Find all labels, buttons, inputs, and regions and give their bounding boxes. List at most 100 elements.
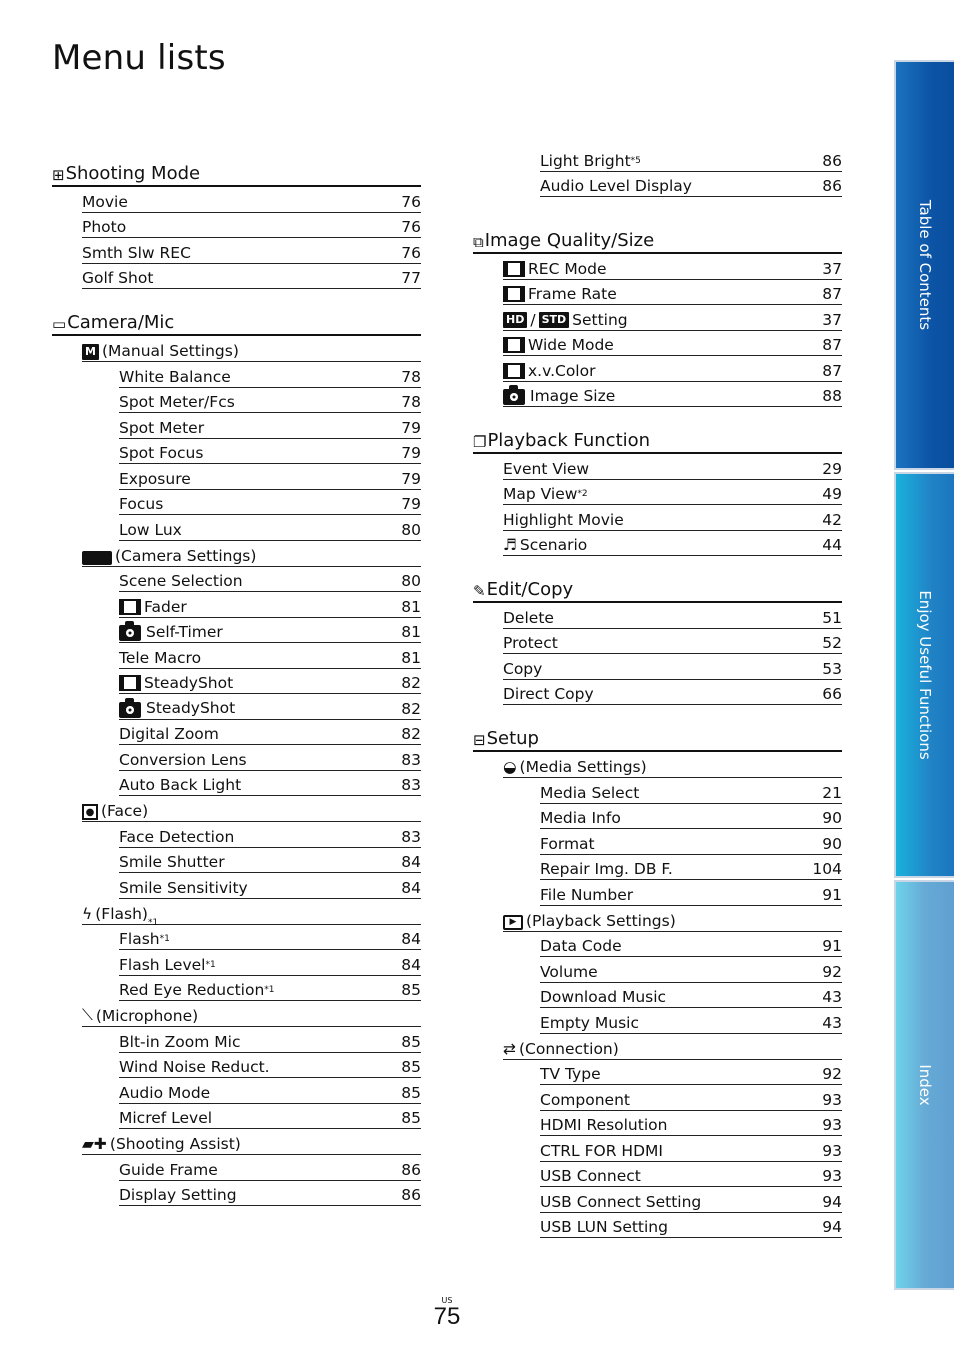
menu-item[interactable]: Guide Frame 86 [119,1155,421,1181]
page-ref[interactable]: 92 [822,1065,842,1083]
menu-item[interactable]: Micref Level 85 [119,1104,421,1129]
subsection-media-settings[interactable]: ◒ (Media Settings) [503,752,842,778]
section-header[interactable]: ⊞ Shooting Mode [52,160,421,187]
page-ref[interactable]: 42 [822,511,842,529]
page-ref[interactable]: 84 [401,956,421,974]
page-ref[interactable]: 93 [822,1091,842,1109]
menu-item[interactable]: SteadyShot 82 [119,694,421,720]
page-ref[interactable]: 92 [822,963,842,981]
menu-item[interactable]: HDMI Resolution 93 [540,1111,842,1136]
menu-item[interactable]: Fader 81 [119,592,421,618]
menu-item[interactable]: CTRL FOR HDMI 93 [540,1136,842,1162]
menu-item[interactable]: Volume 92 [540,957,842,983]
menu-item[interactable]: Display Setting 86 [119,1181,421,1206]
page-ref[interactable]: 94 [822,1193,842,1211]
page-ref[interactable]: 43 [822,988,842,1006]
page-ref[interactable]: 83 [401,776,421,794]
menu-item[interactable]: Red Eye Reduction *1 85 [119,976,421,1001]
menu-item[interactable]: Wind Noise Reduct. 85 [119,1053,421,1078]
page-ref[interactable]: 85 [401,981,421,999]
page-ref[interactable]: 86 [401,1186,421,1204]
menu-item[interactable]: Auto Back Light 83 [119,771,421,796]
page-ref[interactable]: 85 [401,1109,421,1127]
page-ref[interactable]: 85 [401,1058,421,1076]
page-ref[interactable]: 85 [401,1033,421,1051]
menu-item[interactable]: Face Detection 83 [119,822,421,848]
page-ref[interactable]: 79 [401,470,421,488]
menu-item[interactable]: x.v.Color 87 [503,356,842,382]
menu-item[interactable]: Audio Mode 85 [119,1078,421,1104]
page-ref[interactable]: 49 [822,485,842,503]
subsection-connection[interactable]: ⇄ (Connection) [503,1034,842,1060]
menu-item[interactable]: Conversion Lens 83 [119,745,421,771]
menu-item[interactable]: Media Info 90 [540,804,842,829]
menu-item[interactable]: Low Lux 80 [119,515,421,541]
page-ref[interactable]: 104 [812,860,842,878]
page-ref[interactable]: 93 [822,1116,842,1134]
page-ref[interactable]: 66 [822,685,842,703]
page-ref[interactable]: 79 [401,419,421,437]
menu-item[interactable]: Movie 76 [82,187,421,213]
menu-item[interactable]: Highlight Movie 42 [503,505,842,531]
menu-item[interactable]: Photo 76 [82,213,421,238]
page-ref[interactable]: 86 [822,152,842,170]
page-ref[interactable]: 84 [401,879,421,897]
subsection-camera-settings[interactable]: (Camera Settings) [82,541,421,567]
page-ref[interactable]: 76 [401,193,421,211]
page-ref[interactable]: 87 [822,362,842,380]
subsection-flash[interactable]: ϟ (Flash) *1 [82,899,421,927]
menu-item[interactable]: Focus 79 [119,490,421,515]
tab-table-of-contents[interactable]: Table of Contents [894,60,954,470]
page-ref[interactable]: 81 [401,598,421,616]
page-ref[interactable]: 84 [401,930,421,948]
menu-item[interactable]: Spot Focus 79 [119,439,421,464]
page-ref[interactable]: 43 [822,1014,842,1032]
menu-item[interactable]: Smth Slw REC 76 [82,238,421,264]
section-header[interactable]: ⧉ Image Quality/Size [473,227,842,254]
subsection-face[interactable]: ● (Face) [82,796,421,822]
subsection-shooting-assist[interactable]: ▰✚ (Shooting Assist) [82,1129,421,1155]
page-ref[interactable]: 82 [401,674,421,692]
page-ref[interactable]: 91 [822,886,842,904]
page-ref[interactable]: 51 [822,609,842,627]
page-ref[interactable]: 79 [401,444,421,462]
page-ref[interactable]: 93 [822,1167,842,1185]
page-ref[interactable]: 29 [822,460,842,478]
page-ref[interactable]: 86 [401,1161,421,1179]
menu-item[interactable]: USB LUN Setting 94 [540,1213,842,1238]
section-header[interactable]: ❐ Playback Function [473,427,842,454]
menu-item[interactable]: Digital Zoom 82 [119,720,421,745]
menu-item[interactable]: Media Select 21 [540,778,842,804]
page-ref[interactable]: 82 [401,725,421,743]
section-header[interactable]: ✎ Edit/Copy [473,576,842,603]
menu-item[interactable]: Download Music 43 [540,983,842,1008]
menu-item[interactable]: Flash Level *1 84 [119,950,421,976]
menu-item[interactable]: Spot Meter/Fcs 78 [119,388,421,413]
page-ref[interactable]: 90 [822,835,842,853]
menu-item[interactable]: Event View 29 [503,454,842,480]
page-ref[interactable]: 52 [822,634,842,652]
menu-item[interactable]: Self-Timer 81 [119,618,421,643]
menu-item[interactable]: SteadyShot 82 [119,669,421,694]
section-header[interactable]: ▭ Camera/Mic [52,309,421,336]
menu-item[interactable]: Delete 51 [503,603,842,629]
page-ref[interactable]: 76 [401,244,421,262]
tab-index[interactable]: Index [894,880,954,1290]
page-ref[interactable]: 81 [401,623,421,641]
page-ref[interactable]: 82 [401,700,421,718]
page-ref[interactable]: 79 [401,495,421,513]
menu-item[interactable]: Repair Img. DB F. 104 [540,855,842,880]
section-header[interactable]: ⊟ Setup [473,725,842,752]
page-ref[interactable]: 94 [822,1218,842,1236]
menu-item[interactable]: Scene Selection 80 [119,567,421,592]
menu-item[interactable]: Frame Rate 87 [503,280,842,305]
menu-item[interactable]: Image Size 88 [503,382,842,407]
page-ref[interactable]: 93 [822,1142,842,1160]
page-ref[interactable]: 21 [822,784,842,802]
menu-item[interactable]: USB Connect 93 [540,1162,842,1187]
page-ref[interactable]: 80 [401,521,421,539]
menu-item[interactable]: White Balance 78 [119,362,421,388]
page-ref[interactable]: 37 [822,311,842,329]
menu-item[interactable]: Empty Music 43 [540,1008,842,1034]
menu-item[interactable]: Format 90 [540,829,842,855]
